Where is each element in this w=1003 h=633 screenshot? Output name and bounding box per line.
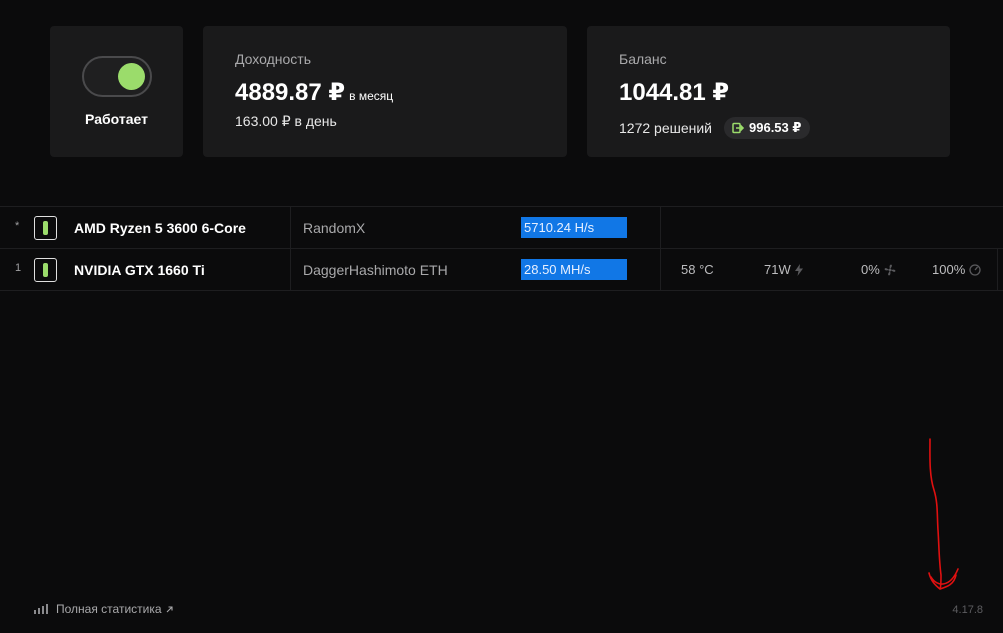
balance-card: Баланс 1044.81 ₽ 1272 решений 996.53 ₽ [587,26,950,157]
withdraw-amount: 996.53 ₽ [749,120,802,135]
income-monthly: 4889.87 ₽ в месяц [235,78,393,107]
mining-status-label: Работает [85,111,148,127]
device-row[interactable]: * AMD Ryzen 5 3600 6-Core RandomX 5710.2… [0,207,1003,249]
device-algorithm: DaggerHashimoto ETH [303,262,448,278]
exit-arrow-icon [732,122,744,134]
device-name: NVIDIA GTX 1660 Ti [74,262,205,278]
solutions-count: 1272 решений [619,120,712,136]
device-load: 100% [932,262,981,277]
device-index: 1 [15,262,22,274]
balance-value: 1044.81 ₽ [619,79,730,106]
device-hashrate: 5710.24 H/s [521,217,627,238]
annotation-arrow-icon [928,438,959,590]
app-version: 4.17.8 [952,604,983,616]
full-stats-label: Полная статистика [56,602,162,616]
withdraw-button[interactable]: 996.53 ₽ [724,117,811,139]
device-hashrate: 28.50 MH/s [521,259,627,280]
device-algorithm: RandomX [303,220,366,236]
device-name: AMD Ryzen 5 3600 6-Core [74,220,246,236]
mining-status-card: Работает [50,26,183,157]
device-temperature: 58 °C [681,262,714,277]
device-enabled-checkbox[interactable] [34,258,57,282]
income-title: Доходность [235,51,311,67]
mining-toggle[interactable] [82,56,152,97]
income-daily: 163.00 ₽ в день [235,113,337,129]
income-card: Доходность 4889.87 ₽ в месяц 163.00 ₽ в д… [203,26,567,157]
device-row[interactable]: 1 NVIDIA GTX 1660 Ti DaggerHashimoto ETH… [0,249,1003,291]
income-monthly-value: 4889.87 ₽ [235,79,346,106]
external-link-icon [166,605,173,613]
lightning-icon [794,263,803,276]
device-enabled-checkbox[interactable] [34,216,57,240]
toggle-knob [118,63,145,90]
balance-details: 1272 решений 996.53 ₽ [619,117,811,139]
device-power: 71W [764,262,803,277]
device-fan: 0% [861,262,896,277]
full-stats-link[interactable]: Полная статистика [34,602,173,616]
gauge-icon [969,263,981,276]
balance-title: Баланс [619,51,667,67]
device-index: * [15,220,20,232]
income-monthly-unit: в месяц [349,89,394,103]
fan-icon [884,264,896,276]
bar-chart-icon [34,604,49,614]
